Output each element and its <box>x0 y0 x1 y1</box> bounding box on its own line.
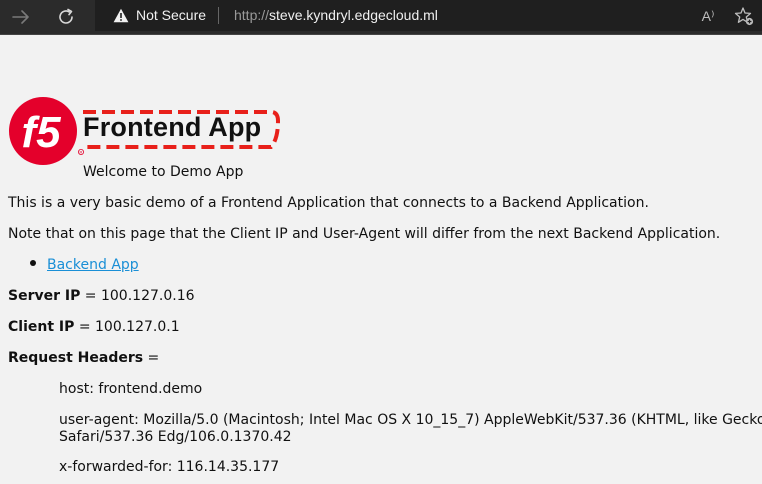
note-paragraph: Note that on this page that the Client I… <box>8 226 721 242</box>
page-content: f5 R Frontend App Welcome to Demo App Th… <box>0 35 762 484</box>
server-ip-value: = 100.127.0.16 <box>80 288 195 304</box>
client-ip-value: = 100.127.0.1 <box>74 319 180 335</box>
server-ip-label: Server IP <box>8 288 81 304</box>
add-favorite-button[interactable] <box>733 5 755 27</box>
security-status[interactable]: Not Secure <box>136 7 206 23</box>
warning-icon <box>113 8 129 23</box>
intro-paragraph: This is a very basic demo of a Frontend … <box>8 195 649 211</box>
address-bar[interactable]: Not Secure http://steve.kyndryl.edgeclou… <box>95 0 762 31</box>
forward-button[interactable] <box>8 4 34 30</box>
header-host: host: frontend.demo <box>59 381 203 397</box>
header-user-agent-cont: Safari/537.36 Edg/106.0.1370.42 <box>59 429 292 445</box>
server-ip-row: Server IP = 100.127.0.16 <box>8 288 195 304</box>
refresh-icon <box>59 8 73 24</box>
header-user-agent: user-agent: Mozilla/5.0 (Macintosh; Inte… <box>59 412 762 428</box>
read-aloud-button[interactable]: A⁾ <box>697 5 719 27</box>
forward-arrow-icon <box>12 10 29 24</box>
app-title-annotation: Frontend App <box>79 109 281 149</box>
backend-app-link[interactable]: Backend App <box>47 257 139 273</box>
star-add-icon <box>734 7 754 26</box>
url-host: steve.kyndryl.edgecloud.ml <box>269 7 438 23</box>
refresh-button[interactable] <box>53 4 79 30</box>
header-x-forwarded-for: x-forwarded-for: 116.14.35.177 <box>59 459 280 475</box>
request-headers-label: Request Headers <box>8 350 144 366</box>
welcome-text: Welcome to Demo App <box>83 164 244 180</box>
address-divider <box>218 7 219 24</box>
client-ip-label: Client IP <box>8 319 75 335</box>
f5-logo: f5 R <box>9 97 85 165</box>
client-ip-row: Client IP = 100.127.0.1 <box>8 319 180 335</box>
browser-toolbar: Not Secure http://steve.kyndryl.edgeclou… <box>0 0 762 35</box>
request-headers-suffix: = <box>143 350 160 366</box>
logo-text: f5 <box>21 108 61 157</box>
url-text[interactable]: http://steve.kyndryl.edgecloud.ml <box>234 7 438 23</box>
request-headers-row: Request Headers = <box>8 350 159 366</box>
list-item: Backend App <box>30 257 139 273</box>
bullet-icon <box>30 260 36 266</box>
url-scheme: http:// <box>234 7 270 23</box>
read-aloud-icon: A⁾ <box>701 7 715 24</box>
page-title: Frontend App <box>83 112 262 142</box>
